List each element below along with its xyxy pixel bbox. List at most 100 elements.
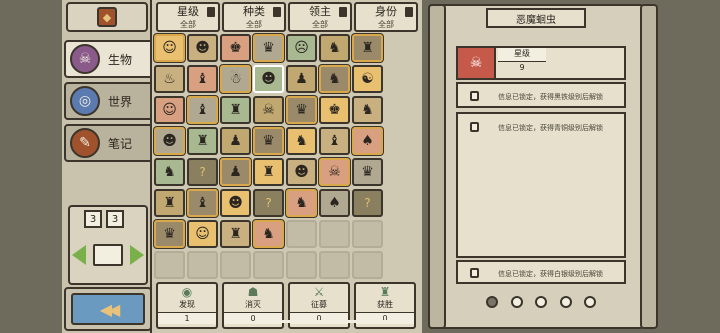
creature-cell[interactable]: ♜ [352, 34, 383, 62]
creature-grid: ☺ ☻ ♚ ♛ ☹ ♞ ♜ ♨ ♝ ☃ ☻ ♟ ♞ ☯ ☺ ♝ ♜ ☠ ♛ ♚ ♞ ☻ ♜ ♟ ♛ ♞ ♝ ♠ ♞? ♟ ♜ ☻ ☠ ♛ ♜ ♝ ☻? ♞… [154, 34, 420, 280]
stat-discovered-label: 发现 [179, 300, 195, 309]
creature-cell[interactable]: ♞ [319, 65, 350, 93]
creature-cell[interactable]: ♞ [286, 127, 317, 155]
globe-icon: ◎ [70, 86, 100, 116]
creature-cell[interactable]: ☯ [352, 65, 383, 93]
codex-button[interactable]: ◆ [66, 2, 148, 32]
creature-cell[interactable]: ♝ [187, 189, 218, 217]
stat-discovered-value: 1 [158, 312, 216, 324]
creature-cell[interactable]: ♜ [220, 220, 251, 248]
creature-cell [286, 220, 317, 248]
creature-cell[interactable]: ♜ [154, 189, 185, 217]
creature-cell[interactable]: ♝ [319, 127, 350, 155]
creature-cell[interactable]: ☠ [253, 96, 284, 124]
detail-title: 恶魔蛔虫 [486, 8, 586, 28]
creature-cell[interactable]: ♟ [286, 65, 317, 93]
creature-cell[interactable]: ♝ [187, 65, 218, 93]
pager-dot[interactable] [559, 296, 572, 308]
creature-cell[interactable]: ☻ [286, 158, 317, 186]
creature-cell[interactable]: ♝ [187, 96, 218, 124]
pager-dot[interactable] [486, 296, 498, 308]
creature-cell[interactable]: ♜ [253, 158, 284, 186]
creature-cell[interactable]: ♛ [253, 34, 284, 62]
creature-cell[interactable]: ♛ [154, 220, 185, 248]
creature-cell[interactable]: ♨ [154, 65, 185, 93]
stat-eliminated-label: 消灭 [245, 300, 261, 309]
page-nav [72, 232, 144, 278]
creature-cell[interactable]: ☻ [154, 127, 185, 155]
prev-page-icon[interactable] [72, 245, 86, 265]
creature-cell[interactable]: ♛ [352, 158, 383, 186]
creature-cell[interactable]: ♞ [154, 158, 185, 186]
lock-icon [470, 91, 479, 101]
creature-cell[interactable]: ☻ [253, 65, 284, 93]
creature-cell[interactable]: ☻ [220, 189, 251, 217]
creature-cell[interactable]: ? [187, 158, 218, 186]
creature-cell[interactable]: ♜ [220, 96, 251, 124]
creature-icon: ☠ [70, 44, 100, 74]
page-total: 3 [106, 210, 124, 228]
dropdown-icon [339, 7, 347, 17]
filter-lord[interactable]: 领主 全部 [288, 2, 352, 32]
creature-cell[interactable]: ? [253, 189, 284, 217]
filter-star[interactable]: 星级 全部 [156, 2, 220, 32]
creature-cell[interactable]: ☺ [154, 96, 185, 124]
skull-icon: ☗ [247, 285, 259, 299]
filter-lord-value: 全部 [312, 20, 328, 29]
tab-world[interactable]: ◎ 世界 [64, 82, 152, 120]
creature-cell[interactable]: ♞ [319, 34, 350, 62]
creature-cell [154, 251, 185, 279]
creature-cell [352, 251, 383, 279]
creature-cell[interactable]: ? [352, 189, 383, 217]
tab-notes[interactable]: ✎ 笔记 [64, 124, 152, 162]
creature-cell [319, 220, 350, 248]
filter-star-value: 全部 [180, 20, 196, 29]
filter-type[interactable]: 种类 全部 [222, 2, 286, 32]
creature-cell[interactable]: ☠ [319, 158, 350, 186]
creature-cell[interactable]: ♚ [319, 96, 350, 124]
stat-discovered: ◉ 发现 1 [156, 282, 218, 329]
creature-cell[interactable]: ♞ [352, 96, 383, 124]
next-page-icon[interactable] [130, 245, 144, 265]
creature-cell[interactable]: ♛ [253, 127, 284, 155]
creature-cell[interactable]: ♚ [220, 34, 251, 62]
page-current: 3 [84, 210, 102, 228]
pager-dot[interactable] [535, 296, 547, 308]
creature-cell [220, 251, 251, 279]
creature-cell[interactable]: ♜ [187, 127, 218, 155]
creature-cell[interactable]: ♛ [286, 96, 317, 124]
creature-cell[interactable]: ♞ [253, 220, 284, 248]
creature-cell [187, 251, 218, 279]
creature-cell[interactable]: ☃ [220, 65, 251, 93]
lock-icon [470, 268, 479, 278]
tab-world-label: 世界 [108, 94, 133, 109]
creature-cell[interactable]: ☹ [286, 34, 317, 62]
tab-creatures-label: 生物 [108, 52, 133, 67]
level-value: 9 [519, 63, 525, 72]
creature-cell[interactable]: ♠ [352, 127, 383, 155]
dropdown-icon [405, 7, 413, 17]
notebook-icon: ✎ [70, 128, 100, 158]
creature-cell [253, 251, 284, 279]
back-button[interactable]: ◀◀ [64, 287, 152, 331]
filter-identity[interactable]: 身份 全部 [354, 2, 418, 32]
creature-cell [319, 251, 350, 279]
locked-info-3-text: 信息已锁定，获得白银级别后解锁 [498, 270, 603, 278]
book-icon: ◆ [97, 7, 117, 27]
creature-cell[interactable]: ☺ [154, 34, 185, 62]
scroll-rod-right [640, 4, 658, 329]
locked-info-3: 信息已锁定，获得白银级别后解锁 [456, 260, 626, 284]
creature-cell[interactable]: ♠ [319, 189, 350, 217]
creature-cell[interactable]: ♟ [220, 127, 251, 155]
creature-cell[interactable]: ☻ [187, 34, 218, 62]
creature-cell[interactable]: ♟ [220, 158, 251, 186]
dropdown-icon [273, 7, 281, 17]
pager-dot[interactable] [584, 296, 596, 308]
tab-creatures[interactable]: ☠ 生物 [64, 40, 152, 78]
pager-dot[interactable] [510, 296, 523, 308]
filter-identity-value: 全部 [378, 20, 394, 29]
creature-cell[interactable]: ☺ [187, 220, 218, 248]
locked-info-1-text: 信息已锁定，获得黑铁级别后解锁 [498, 93, 603, 101]
creature-cell[interactable]: ♞ [286, 189, 317, 217]
stat-victories-label: 获胜 [377, 300, 393, 309]
